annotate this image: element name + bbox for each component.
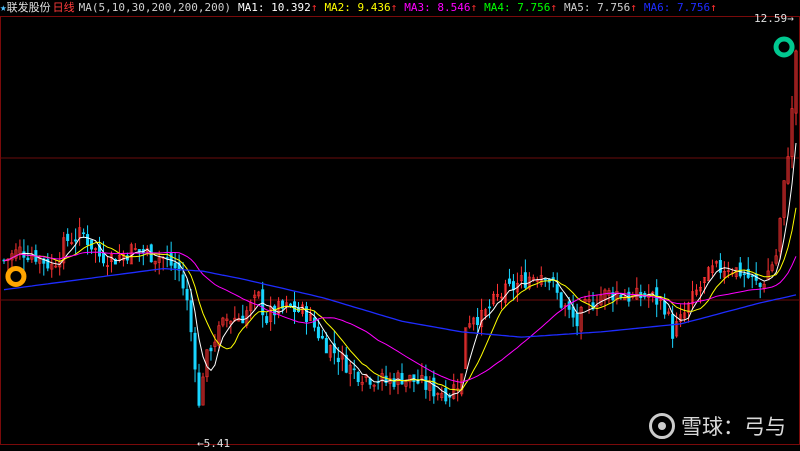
candle-body [356,372,360,383]
start-marker [5,265,27,287]
candle-body [316,326,320,339]
candle-body [671,313,675,339]
up-arrow-icon: ↑ [310,1,318,14]
ma-value-3: MA3: 8.546↑ [404,1,478,14]
period-label[interactable]: 日线 [51,0,75,16]
up-arrow-icon: ↑ [630,1,637,14]
candle-body [82,232,86,235]
ma-params: MA(5,10,30,200,200,200) [78,1,231,14]
candle-body [209,347,213,352]
candlestick-chart: ←5.41 12.59→ [0,12,800,450]
candle-body [575,313,579,327]
candle-body [444,388,448,402]
ma-header: ★ 联发股份 日线 MA(5,10,30,200,200,200) MA1: 1… [0,0,717,16]
candle-body [86,234,90,246]
candle-body [193,332,197,370]
ma5-line [3,142,797,397]
candle-body [265,316,269,324]
xueqiu-logo-icon [649,413,675,439]
candle-body [181,274,185,289]
candle-body [559,292,563,308]
ma-value-6: MA6: 7.756↑ [643,1,717,14]
candle-body [66,233,70,241]
candle-body [742,273,746,275]
favorite-star-icon[interactable]: ★ [0,0,7,16]
ma-values: MA1: 10.392↑ MA2: 9.436↑ MA3: 8.546↑ MA4: 7… [231,0,717,16]
candle-body [189,300,193,333]
ma200-line [3,267,797,338]
stock-name: 联发股份 [6,1,51,14]
candle-body [543,278,547,281]
candle-body [352,368,356,371]
ma-value-2: MA2: 9.436↑ [324,1,398,14]
candle-body [738,262,742,277]
candle-body [101,252,105,264]
candle-body [718,260,722,273]
candle-body [289,303,293,307]
candle-body [507,278,511,284]
candle-body [758,283,762,287]
up-arrow-icon: ↑ [470,1,478,14]
low-price-label: ←5.41 [197,437,230,450]
candle-body [392,378,396,387]
candle-body [26,257,30,261]
up-arrow-icon: ↑ [550,1,558,14]
candle-body [476,316,480,326]
candle-body [511,281,515,291]
ma-value-5: MA5: 7.756↑ [564,1,637,14]
candle-body [185,288,189,301]
moving-averages [3,142,797,397]
candle-body [663,300,667,315]
end-marker [773,36,795,58]
candles [2,49,798,408]
candle-body [320,335,324,339]
candle-body [424,376,428,390]
candle-body [74,239,78,242]
candle-body [173,262,177,269]
candle-body [400,373,404,385]
high-price-label: 12.59→ [754,12,794,25]
candle-body [555,284,559,293]
watermark-text: 雪球：弓与 [681,415,786,439]
candle-body [197,372,201,406]
watermark: 雪球：弓与 [649,411,786,441]
candle-body [432,377,436,397]
candle-body [312,317,316,328]
up-arrow-icon: ↑ [390,1,398,14]
candle-body [750,275,754,278]
up-arrow-icon: ↑ [710,1,717,14]
candle-body [324,338,328,354]
ma-value-1: MA1: 10.392↑ [237,1,318,14]
candle-body [567,301,571,310]
candle-body [336,357,340,363]
ma10-line [3,207,797,391]
candle-body [488,306,492,309]
candle-body [523,272,527,288]
ma-value-4: MA4: 7.756↑ [484,1,558,14]
candle-body [619,294,623,298]
